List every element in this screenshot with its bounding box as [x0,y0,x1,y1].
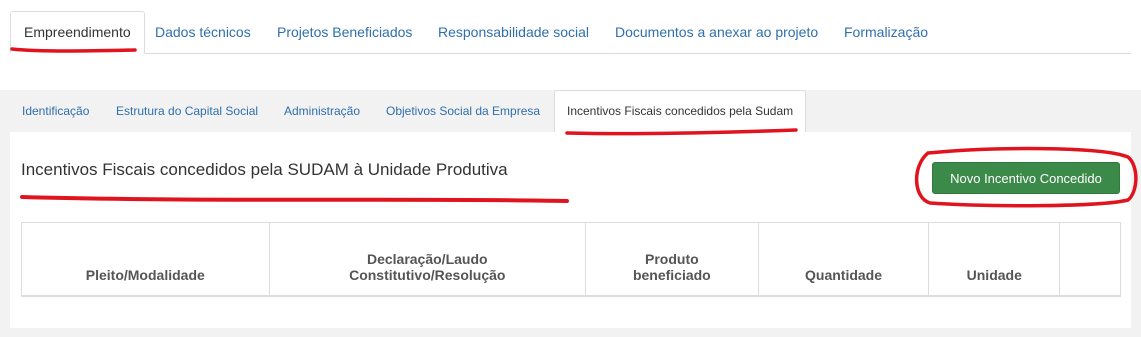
subtab-incentivos-fiscais[interactable]: Incentivos Fiscais concedidos pela Sudam [554,90,807,133]
column-header-actions [1059,222,1121,296]
column-header-label: Pleito/Modalidade [85,267,205,283]
subtab-estrutura-capital-social[interactable]: Estrutura do Capital Social [104,90,270,131]
section-title: Incentivos Fiscais concedidos pela SUDAM… [21,160,508,179]
column-header-label-line2: beneficiado [632,267,711,283]
column-header-label-line1: Declaração/Laudo [366,251,488,267]
column-header-declaracao[interactable]: Declaração/Laudo Constitutivo/Resolução [268,222,587,296]
tab-formalizacao[interactable]: Formalização [831,11,941,52]
tab-dados-tecnicos[interactable]: Dados técnicos [142,11,264,52]
column-header-label-line1: Produto [645,251,699,267]
subtab-identificacao[interactable]: Identificação [10,90,101,131]
column-header-label: Unidade [966,267,1022,283]
tab-empreendimento[interactable]: Empreendimento [10,11,145,54]
column-header-label-line2: Constitutivo/Resolução [349,267,506,283]
column-header-pleito[interactable]: Pleito/Modalidade [21,222,270,296]
tab-responsabilidade-social[interactable]: Responsabilidade social [425,11,602,52]
column-header-unidade[interactable]: Unidade [928,222,1061,296]
subtab-administracao[interactable]: Administração [272,90,372,131]
sub-area: Identificação Estrutura do Capital Socia… [10,90,1131,328]
column-header-produto[interactable]: Produto beneficiado [585,222,759,296]
incentives-table: Pleito/Modalidade Declaração/Laudo Const… [21,222,1121,297]
sub-tab-bar: Identificação Estrutura do Capital Socia… [10,90,1131,133]
tab-projetos-beneficiados[interactable]: Projetos Beneficiados [264,11,425,52]
subtab-objetivos-social[interactable]: Objetivos Social da Empresa [374,90,552,131]
column-header-quantidade[interactable]: Quantidade [757,222,930,296]
tab-documentos-anexar[interactable]: Documentos a anexar ao projeto [602,11,831,52]
incentivos-panel: Incentivos Fiscais concedidos pela SUDAM… [10,132,1131,328]
column-header-label: Quantidade [805,267,883,283]
new-incentive-button[interactable]: Novo Incentivo Concedido [932,162,1120,194]
main-tab-bar: Empreendimento Dados técnicos Projetos B… [10,11,1131,54]
table-header-row: Pleito/Modalidade Declaração/Laudo Const… [21,222,1121,296]
